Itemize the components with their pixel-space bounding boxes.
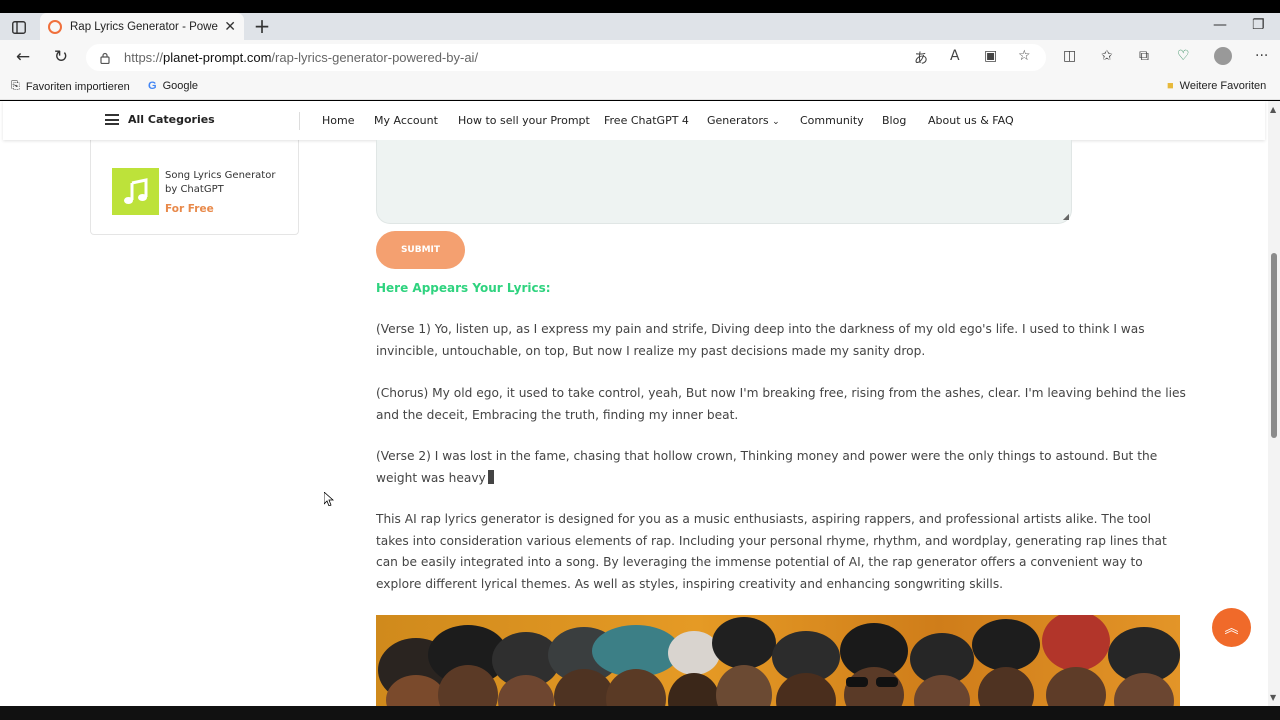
nav-about-faq[interactable]: About us & FAQ [928, 114, 1014, 127]
mouse-cursor-icon [324, 492, 334, 506]
folder-icon: ■ [1167, 80, 1174, 92]
bookmark-google[interactable]: G Google [148, 80, 198, 92]
new-tab-button[interactable]: + [252, 15, 272, 37]
browser-tab-active[interactable]: Rap Lyrics Generator - Powered By AI ✕ [40, 13, 244, 40]
screen-top-bar [0, 0, 1280, 13]
browser-essentials-icon[interactable]: ♡ [1177, 48, 1190, 64]
import-favorites-icon: ⎘ [11, 80, 20, 92]
restore-window-icon[interactable]: ❐ [1252, 17, 1265, 33]
close-tab-icon[interactable]: ✕ [224, 19, 236, 35]
hamburger-icon [105, 114, 119, 125]
more-options-icon[interactable]: ··· [1255, 48, 1268, 64]
typing-cursor [487, 469, 494, 484]
scroll-up-icon[interactable]: ▲ [1270, 105, 1276, 114]
app-available-icon[interactable]: ▣ [984, 48, 997, 64]
address-bar-row: ← ↻ https://planet-prompt.com/rap-lyrics… [0, 40, 1280, 74]
lyrics-chorus: (Chorus) My old ego, it used to take con… [376, 386, 1186, 422]
nav-generators[interactable]: Generators ⌄ [707, 114, 780, 127]
prompt-textarea[interactable]: ◢ [376, 140, 1072, 224]
music-note-icon [123, 177, 147, 204]
collections-icon[interactable]: ⧉ [1139, 48, 1149, 64]
sidebar-product-card[interactable]: Song Lyrics Generator by ChatGPT For Fre… [90, 129, 299, 235]
bookmarks-bar: ⎘ Favoriten importieren G Google ■ Weite… [0, 74, 1280, 100]
scroll-down-icon[interactable]: ▼ [1270, 693, 1276, 702]
resize-handle-icon[interactable]: ◢ [1063, 212, 1069, 221]
double-chevron-up-icon: ︽ [1224, 620, 1239, 637]
product-price: For Free [165, 203, 214, 215]
split-screen-icon[interactable]: ◫ [1063, 48, 1076, 64]
lock-icon [100, 52, 110, 64]
back-to-top-button[interactable]: ︽ [1212, 608, 1251, 647]
site-header: All Categories Home My Account How to se… [3, 101, 1265, 140]
read-aloud-icon[interactable]: A [950, 48, 960, 64]
favorites-icon[interactable]: ✩ [1101, 48, 1113, 64]
screen-bottom-bar [0, 706, 1280, 720]
favorite-star-icon[interactable]: ☆ [1018, 48, 1031, 64]
back-arrow-icon[interactable]: ← [13, 47, 33, 67]
url-input[interactable]: https://planet-prompt.com/rap-lyrics-gen… [86, 44, 1046, 71]
header-divider [299, 112, 300, 130]
submit-button[interactable]: SUBMIT [376, 231, 465, 269]
all-categories-button[interactable]: All Categories [105, 113, 215, 126]
page-scrollbar[interactable]: ▲ ▼ [1268, 101, 1280, 706]
url-text: https://planet-prompt.com/rap-lyrics-gen… [124, 50, 479, 65]
nav-my-account[interactable]: My Account [374, 114, 438, 127]
translate-icon[interactable]: あ [914, 48, 928, 68]
tab-bar: Rap Lyrics Generator - Powered By AI ✕ +… [0, 13, 1280, 40]
tab-actions-button[interactable] [8, 17, 30, 37]
nav-free-chatgpt4[interactable]: Free ChatGPT 4 [604, 114, 689, 127]
lyrics-verse-1: (Verse 1) Yo, listen up, as I express my… [376, 322, 1145, 358]
site-favicon-icon [48, 19, 62, 34]
google-icon: G [148, 80, 157, 92]
profile-avatar[interactable] [1214, 47, 1232, 65]
tab-title: Rap Lyrics Generator - Powered By AI [70, 20, 218, 33]
rappers-illustration [376, 615, 1180, 706]
bookmark-import[interactable]: ⎘ Favoriten importieren [11, 80, 130, 93]
song-thumbnail[interactable] [112, 168, 159, 215]
nav-home[interactable]: Home [322, 114, 354, 127]
lyrics-verse-2: (Verse 2) I was lost in the fame, chasin… [376, 449, 1158, 485]
chevron-down-icon: ⌄ [772, 117, 780, 127]
lyrics-heading: Here Appears Your Lyrics: [376, 281, 551, 295]
nav-how-to-sell[interactable]: How to sell your Prompt [458, 114, 590, 127]
nav-community[interactable]: Community [800, 114, 864, 127]
page-viewport: Song Lyrics Generator by ChatGPT For Fre… [0, 101, 1268, 706]
minimize-icon[interactable]: — [1213, 17, 1227, 33]
rappers-illustration-art [378, 615, 1180, 706]
reload-icon[interactable]: ↻ [51, 47, 71, 67]
scrollbar-thumb[interactable] [1271, 253, 1277, 438]
generator-description: This AI rap lyrics generator is designed… [376, 512, 1167, 592]
product-title[interactable]: Song Lyrics Generator by ChatGPT [165, 169, 285, 197]
nav-blog[interactable]: Blog [882, 114, 906, 127]
tab-actions-icon [12, 20, 26, 34]
bookmark-more-favorites[interactable]: ■ Weitere Favoriten [1167, 80, 1266, 92]
